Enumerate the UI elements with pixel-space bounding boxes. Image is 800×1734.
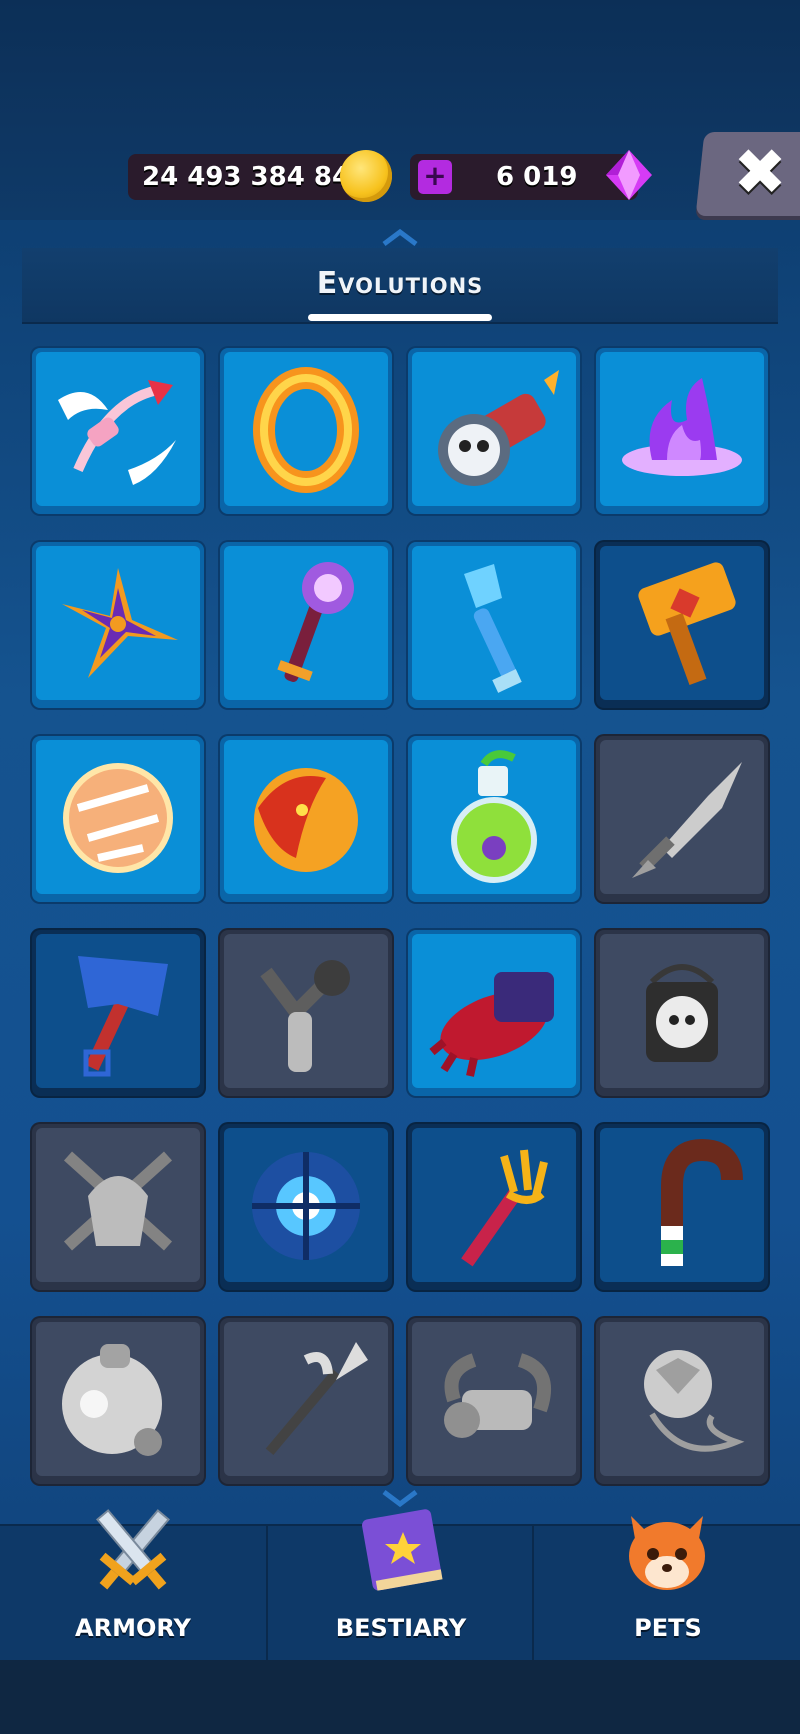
evolution-tile[interactable] bbox=[408, 930, 580, 1096]
evolution-tile[interactable] bbox=[596, 348, 768, 514]
ram-horn-cannon-icon bbox=[444, 1353, 551, 1438]
nav-bestiary-label: BESTIARY bbox=[335, 1614, 467, 1642]
book-icon bbox=[362, 1509, 443, 1591]
evolution-tile[interactable] bbox=[408, 542, 580, 708]
shuriken-icon bbox=[62, 568, 178, 678]
evolution-tile[interactable] bbox=[408, 736, 580, 902]
close-icon[interactable]: ✖ bbox=[730, 138, 790, 208]
evolution-tile[interactable] bbox=[32, 1124, 204, 1290]
spiked-gauntlet-icon bbox=[429, 972, 554, 1077]
crossed-helmet-icon bbox=[63, 1151, 173, 1251]
gem-icon bbox=[606, 150, 652, 200]
footer-bar bbox=[0, 1660, 800, 1734]
evolution-tile[interactable] bbox=[220, 930, 392, 1096]
winged-bow-icon bbox=[58, 380, 176, 485]
serrated-sword-icon bbox=[632, 762, 742, 878]
evolution-tile[interactable] bbox=[596, 1124, 768, 1290]
evolution-tile[interactable] bbox=[220, 348, 392, 514]
evolution-tile[interactable] bbox=[596, 736, 768, 902]
evolution-tile[interactable] bbox=[596, 542, 768, 708]
evolution-tile[interactable] bbox=[220, 542, 392, 708]
lightning-orb-icon bbox=[63, 763, 173, 873]
skull-lantern-icon bbox=[646, 964, 718, 1062]
purple-flame-icon bbox=[622, 378, 742, 476]
evolution-tile[interactable] bbox=[220, 736, 392, 902]
poison-flask-icon bbox=[451, 750, 537, 883]
fire-ring-icon bbox=[253, 367, 359, 493]
fox-icon bbox=[629, 1516, 705, 1590]
golden-hammer-icon bbox=[638, 562, 736, 685]
evolution-tile[interactable] bbox=[32, 736, 204, 902]
gem-amount: 6 019 bbox=[496, 162, 578, 192]
candy-cane-icon bbox=[661, 1138, 743, 1266]
evolution-tile[interactable] bbox=[32, 348, 204, 514]
evolution-tile[interactable] bbox=[408, 348, 580, 514]
evolution-tile[interactable] bbox=[32, 930, 204, 1096]
evolution-tile[interactable] bbox=[32, 542, 204, 708]
evolution-tile[interactable] bbox=[408, 1318, 580, 1484]
skull-rocket-icon bbox=[438, 370, 559, 486]
gold-counter: 24 493 384 840 bbox=[128, 154, 376, 200]
snow-globe-icon bbox=[62, 1344, 162, 1456]
bottom-nav: ARMORY BESTIARY PETS bbox=[0, 1509, 800, 1664]
add-gems-button[interactable]: + bbox=[418, 160, 452, 194]
nav-pets[interactable]: PETS bbox=[532, 1516, 800, 1660]
blue-axe-icon bbox=[78, 956, 168, 1077]
evolution-tile[interactable] bbox=[596, 1318, 768, 1484]
nav-pets-label: PETS bbox=[634, 1614, 702, 1642]
trident-icon bbox=[461, 1149, 548, 1267]
bolas-icon bbox=[644, 1350, 745, 1452]
ice-wand-icon bbox=[464, 564, 522, 693]
nav-armory[interactable]: ARMORY bbox=[0, 1509, 266, 1660]
nav-bestiary[interactable]: BESTIARY bbox=[266, 1509, 534, 1660]
crossed-swords-icon bbox=[96, 1509, 170, 1590]
halberd-icon bbox=[265, 1342, 368, 1456]
evolution-tile[interactable] bbox=[408, 1124, 580, 1290]
energy-core-icon bbox=[252, 1152, 360, 1260]
page-title: Evolutions bbox=[316, 266, 484, 301]
top-bar bbox=[0, 0, 800, 220]
gold-coin-icon bbox=[340, 150, 392, 202]
evolution-tile[interactable] bbox=[220, 1318, 392, 1484]
dragon-egg-icon bbox=[254, 768, 358, 872]
chevron-up-icon[interactable] bbox=[380, 226, 420, 246]
evolution-tile[interactable] bbox=[596, 930, 768, 1096]
nav-armory-label: ARMORY bbox=[75, 1614, 191, 1642]
gold-amount: 24 493 384 840 bbox=[142, 162, 369, 192]
evolution-tile[interactable] bbox=[32, 1318, 204, 1484]
magic-staff-icon bbox=[277, 562, 354, 682]
evolution-tile[interactable] bbox=[220, 1124, 392, 1290]
tab-indicator bbox=[308, 314, 492, 321]
spiked-slingshot-icon bbox=[260, 960, 350, 1072]
